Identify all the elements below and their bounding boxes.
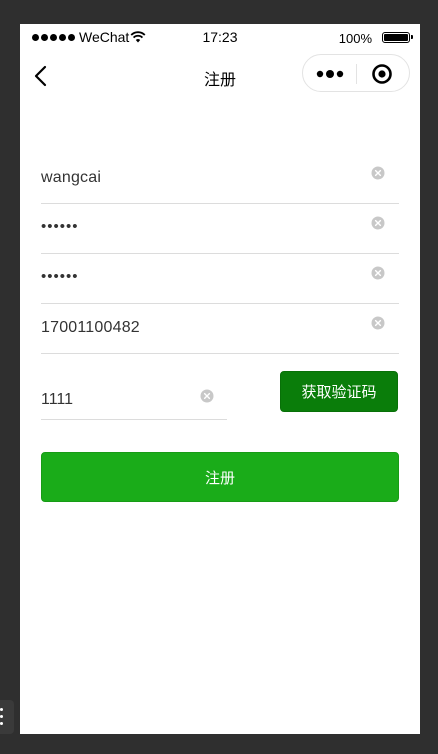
confirm-password-value: •••••• <box>41 268 79 285</box>
confirm-password-field[interactable]: •••••• <box>41 254 399 304</box>
verify-code-value: 1111 <box>41 391 74 408</box>
clear-icon[interactable] <box>371 266 385 280</box>
battery-icon <box>382 32 413 43</box>
get-code-button[interactable]: 获取验证码 <box>280 371 398 412</box>
status-bar: WeChat 17:23 100% <box>20 24 420 52</box>
verify-code-field[interactable]: 1111 <box>41 370 227 420</box>
menu-capsule <box>302 54 410 92</box>
capsule-divider <box>356 64 357 84</box>
target-icon[interactable] <box>371 63 393 85</box>
phone-value: 17001100482 <box>41 319 140 336</box>
clear-icon[interactable] <box>371 216 385 230</box>
password-value: •••••• <box>41 218 79 235</box>
username-value: wangcai <box>41 169 102 186</box>
mini-program-page: WeChat 17:23 100% 注册 wangcai •••••• ••••… <box>20 24 420 734</box>
navigation-bar: 注册 <box>20 52 420 98</box>
more-dots-icon[interactable] <box>315 65 345 83</box>
username-field[interactable]: wangcai <box>41 154 399 204</box>
clear-icon[interactable] <box>200 389 214 403</box>
password-field[interactable]: •••••• <box>41 204 399 254</box>
dev-menu-handle[interactable] <box>0 700 14 734</box>
clear-icon[interactable] <box>371 166 385 180</box>
clear-icon[interactable] <box>371 316 385 330</box>
battery-percent: 100% <box>338 31 372 46</box>
phone-field[interactable]: 17001100482 <box>41 304 399 354</box>
register-button[interactable]: 注册 <box>41 452 399 502</box>
